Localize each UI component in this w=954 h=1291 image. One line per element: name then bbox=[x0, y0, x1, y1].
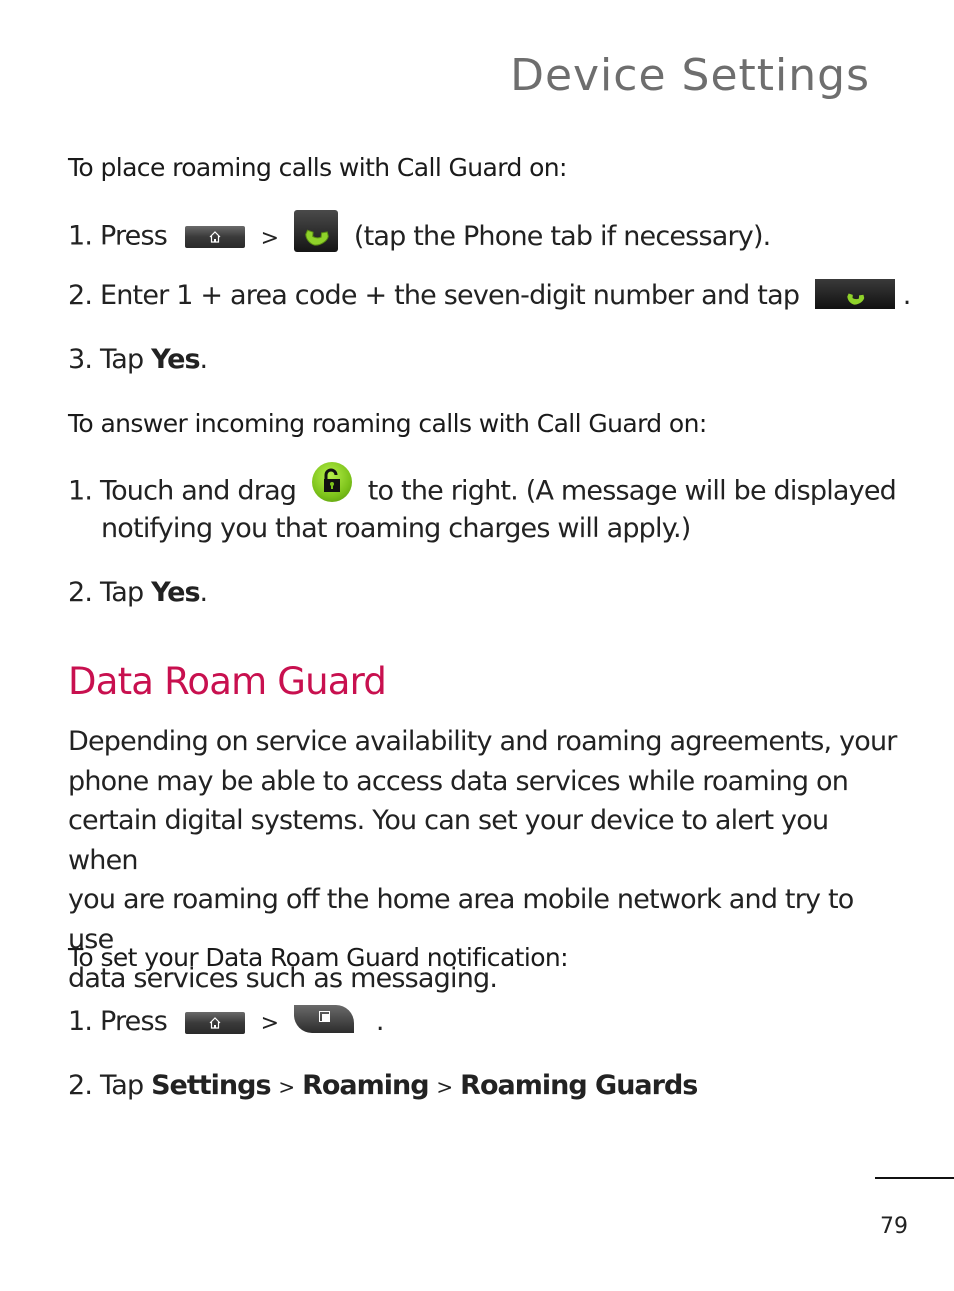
separator: > bbox=[278, 1075, 295, 1099]
step-text: Press bbox=[99, 220, 168, 252]
step-text: to the right. (A message will be display… bbox=[367, 475, 897, 507]
page-title: Device Settings bbox=[510, 50, 870, 101]
step-2-tap-yes: 2. Tap Yes. bbox=[68, 577, 209, 608]
menu-path-roaming: Roaming bbox=[302, 1070, 429, 1101]
step-number: 1. bbox=[68, 220, 93, 252]
page-number: 79 bbox=[880, 1214, 908, 1239]
step-text: Enter 1 + area code + the seven-digit nu… bbox=[99, 280, 800, 311]
home-key-icon bbox=[184, 226, 245, 248]
separator: > bbox=[260, 225, 279, 251]
phone-tab-icon bbox=[294, 210, 339, 252]
step-1-press-home: 1. Press > (tap the Phone tab if necessa… bbox=[68, 210, 771, 258]
step-text: Touch and drag bbox=[99, 475, 297, 507]
step-number: 2. bbox=[68, 280, 93, 311]
separator: > bbox=[260, 1011, 279, 1036]
section-heading-data-roam-guard: Data Roam Guard bbox=[68, 660, 387, 703]
step-text: Tap bbox=[99, 577, 144, 608]
step-number: 2. bbox=[68, 577, 93, 608]
step-1-press-menu: 1. Press > . bbox=[68, 1004, 385, 1037]
yes-label: Yes bbox=[151, 344, 200, 375]
step-1-continuation: notifying you that roaming charges will … bbox=[101, 513, 691, 544]
step-1-touch-drag: 1. Touch and drag to the right. (A messa… bbox=[68, 462, 897, 512]
step-3-tap-yes: 3. Tap Yes. bbox=[68, 344, 209, 375]
subheading-set-notification: To set your Data Roam Guard notification… bbox=[68, 943, 569, 972]
step-2-enter-number: 2. Enter 1 + area code + the seven-digit… bbox=[68, 278, 912, 312]
footer-rule bbox=[875, 1177, 954, 1179]
step-number: 3. bbox=[68, 344, 93, 375]
subheading-answer-roaming-calls: To answer incoming roaming calls with Ca… bbox=[68, 409, 707, 438]
call-button-icon bbox=[814, 278, 895, 309]
step-text: Tap bbox=[99, 344, 144, 375]
subheading-place-roaming-calls: To place roaming calls with Call Guard o… bbox=[68, 153, 567, 182]
unlock-icon bbox=[311, 462, 352, 502]
step-2-tap-settings-path: 2. Tap Settings > Roaming > Roaming Guar… bbox=[68, 1070, 698, 1101]
step-number: 1. bbox=[68, 475, 93, 507]
step-text: (tap the Phone tab if necessary). bbox=[353, 220, 771, 252]
paragraph-line: certain digital systems. You can set you… bbox=[68, 805, 829, 876]
separator: > bbox=[436, 1075, 453, 1099]
menu-path-settings: Settings bbox=[151, 1070, 271, 1101]
paragraph-line: Depending on service availability and ro… bbox=[68, 726, 897, 757]
period: . bbox=[199, 577, 209, 608]
menu-path-roaming-guards: Roaming Guards bbox=[460, 1070, 698, 1101]
step-number: 2. bbox=[68, 1070, 93, 1101]
paragraph-line: phone may be able to access data service… bbox=[68, 765, 849, 797]
period: . bbox=[375, 1006, 385, 1037]
period: . bbox=[199, 344, 209, 375]
home-key-icon bbox=[184, 1011, 245, 1034]
step-text: Press bbox=[99, 1006, 168, 1037]
step-number: 1. bbox=[68, 1006, 93, 1037]
yes-label: Yes bbox=[151, 577, 200, 608]
step-text: . bbox=[902, 280, 912, 311]
menu-key-icon bbox=[294, 1004, 355, 1033]
step-text: Tap bbox=[99, 1070, 144, 1101]
